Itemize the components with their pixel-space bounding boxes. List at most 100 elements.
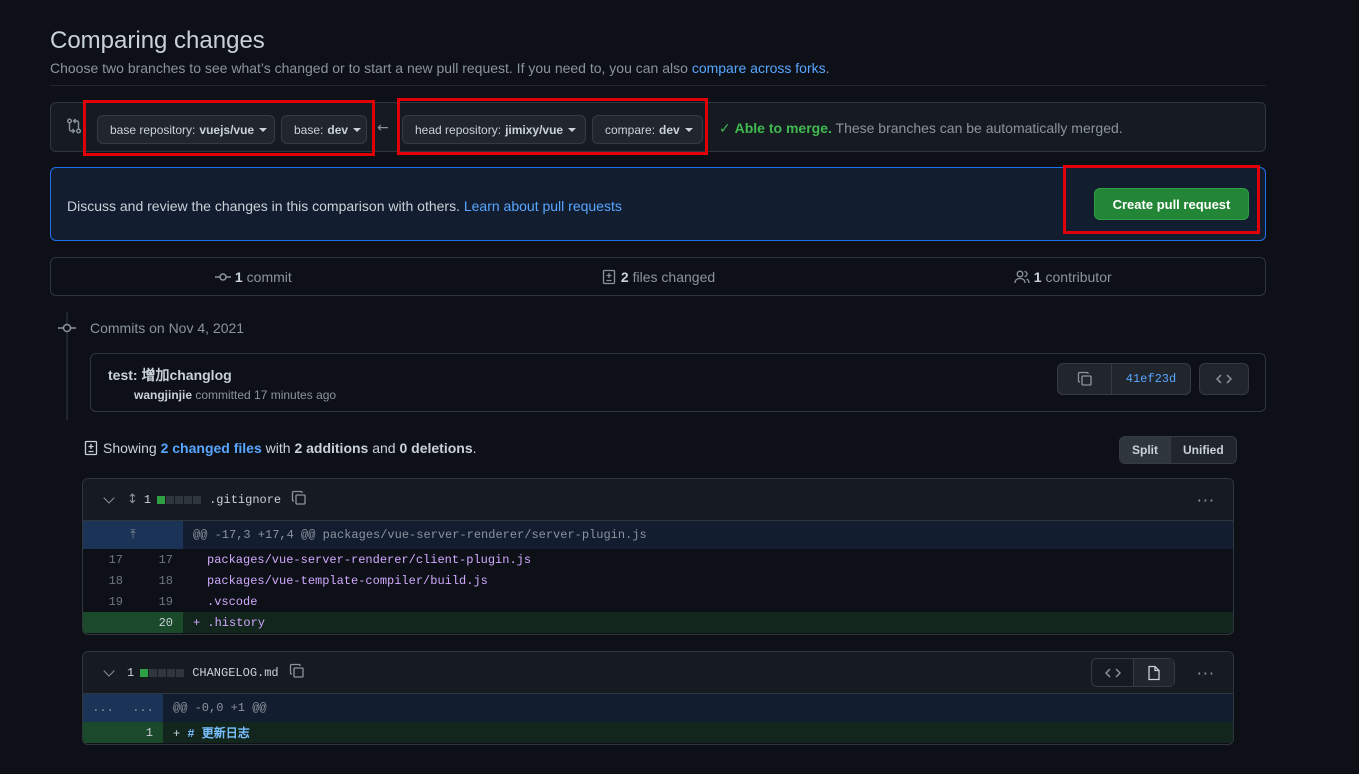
commit-sha-link[interactable]: 41ef23d [1111,364,1190,394]
commits-count-tab[interactable]: 1 commit [51,258,456,295]
showing-and: and [372,440,396,456]
hunk-header-row: ⤒ @@ -17,3 +17,4 @@ packages/vue-server-… [83,521,1233,549]
chevron-down-icon[interactable] [103,491,115,504]
highlight-box-head [397,98,708,155]
expand-up-icon[interactable]: ⤒ [83,521,183,549]
code-line: packages/vue-server-renderer/client-plug… [207,552,532,567]
discuss-message: Discuss and review the changes in this c… [67,198,464,214]
diffstat-bars [140,668,185,677]
kebab-menu-icon[interactable]: ··· [1197,491,1215,510]
diff-prefix: + [173,727,188,741]
copy-path-icon[interactable] [291,490,307,510]
old-line-number[interactable]: 19 [83,591,133,612]
old-line-number[interactable] [83,612,133,633]
people-icon [1014,270,1030,283]
diffstat-bars [157,495,202,504]
file-change-count: 1 [143,492,152,507]
code-line: + # 更新日志 [163,722,1233,743]
compare-across-forks-link[interactable]: compare across forks [692,60,826,76]
file-diff-gitignore: ↕ 1 .gitignore ··· ⤒ @@ -17,3 +17,4 @@ p… [82,478,1234,635]
compare-summary: 1 commit 2 files changed 1 contributor [50,257,1266,296]
contributors-tab[interactable]: 1 contributor [860,258,1265,295]
git-commit-icon [58,320,76,339]
files-count: 2 [620,268,629,285]
merge-status: ✓ Able to merge. These branches can be a… [719,120,1123,137]
file-name-link[interactable]: .gitignore [209,493,281,507]
hunk-header: @@ -17,3 +17,4 @@ packages/vue-server-re… [183,521,1233,549]
highlight-box-base [83,100,375,156]
diff-table: ... ... @@ -0,0 +1 @@ 1 + # 更新日志 [83,694,1233,743]
new-line-number[interactable]: 18 [133,570,183,591]
diff-line-added: 20 + .history [83,612,1233,633]
check-icon: ✓ [719,121,731,137]
old-line-number[interactable] [83,722,123,743]
file-header: 1 CHANGELOG.md ··· [83,652,1233,694]
page-subtitle: Choose two branches to see what’s change… [50,60,830,76]
unified-view-button[interactable]: Unified [1170,437,1236,463]
commit-meta: wangjinjie committed 17 minutes ago [134,388,336,402]
old-line-number[interactable]: 18 [83,570,133,591]
browse-repository-button[interactable] [1199,363,1249,395]
subtitle-suffix: . [825,60,830,76]
expand-new-lines[interactable]: ... [123,694,163,722]
file-diff-icon [84,440,98,456]
split-view-button[interactable]: Split [1120,437,1170,463]
copy-path-icon[interactable] [289,663,305,683]
chevron-down-icon[interactable] [103,664,115,677]
diff-line: 19 19 .vscode [83,591,1233,612]
commits-date: Commits on Nov 4, 2021 [90,320,245,336]
view-mode-group [1091,658,1175,687]
contributors-label: contributor [1045,268,1112,285]
deletions-count: 0 deletions [399,440,473,456]
file-icon [1148,665,1160,680]
commits-count: 1 [234,268,243,285]
commit-author-link[interactable]: wangjinjie [134,388,192,402]
display-rich-diff-button[interactable] [1133,659,1174,686]
commits-label: commit [246,268,292,285]
display-source-button[interactable] [1092,659,1133,686]
additions-count: 2 additions [294,440,369,456]
discuss-text: Discuss and review the changes in this c… [67,198,622,214]
file-header: ↕ 1 .gitignore ··· [83,479,1233,521]
git-commit-icon [214,272,231,281]
contributors-count: 1 [1033,268,1042,285]
git-compare-icon [66,118,82,137]
highlight-box-create [1063,165,1260,234]
new-line-number[interactable]: 20 [133,612,183,633]
expand-all-icon[interactable]: ↕ [127,492,138,507]
file-name-link[interactable]: CHANGELOG.md [192,666,278,680]
code-icon [1216,374,1232,384]
copy-sha-button[interactable] [1058,364,1111,394]
diff-view-toggle: Split Unified [1119,436,1237,464]
kebab-menu-icon[interactable]: ··· [1197,664,1215,683]
new-line-number[interactable]: 1 [123,722,163,743]
diff-table: ⤒ @@ -17,3 +17,4 @@ packages/vue-server-… [83,521,1233,633]
old-line-number[interactable]: 17 [83,549,133,570]
commit-sha-group: 41ef23d [1057,363,1191,395]
merge-status-note: These branches can be automatically merg… [831,120,1123,136]
diff-line: 17 17 packages/vue-server-renderer/clien… [83,549,1233,570]
learn-about-pull-requests-link[interactable]: Learn about pull requests [464,198,622,214]
arrow-left-icon: ← [377,120,389,136]
file-diff-icon [602,269,615,284]
subtitle-text: Choose two branches to see what’s change… [50,60,692,76]
file-change-count: 1 [127,665,135,680]
showing-middle: with [265,440,291,456]
commit-time: committed 17 minutes ago [192,388,337,402]
hunk-header-row: ... ... @@ -0,0 +1 @@ [83,694,1233,722]
divider [50,85,1266,86]
code-line: + .history [183,612,1233,633]
file-diff-changelog: 1 CHANGELOG.md ··· ... ... @@ -0,0 +1 @@… [82,651,1234,745]
files-changed-tab[interactable]: 2 files changed [456,258,861,295]
code-line: .vscode [207,594,258,609]
files-label: files changed [632,268,716,285]
showing-end: . [472,440,477,456]
expand-old-lines[interactable]: ... [83,694,123,722]
commit-item: test: 增加changlog wangjinjie committed 17… [90,353,1266,412]
new-line-number[interactable]: 19 [133,591,183,612]
changed-files-link[interactable]: 2 changed files [161,440,262,456]
new-line-number[interactable]: 17 [133,549,183,570]
page-title: Comparing changes [50,27,265,54]
commit-title-link[interactable]: test: 增加changlog [108,365,232,385]
diff-line: 18 18 packages/vue-template-compiler/bui… [83,570,1233,591]
